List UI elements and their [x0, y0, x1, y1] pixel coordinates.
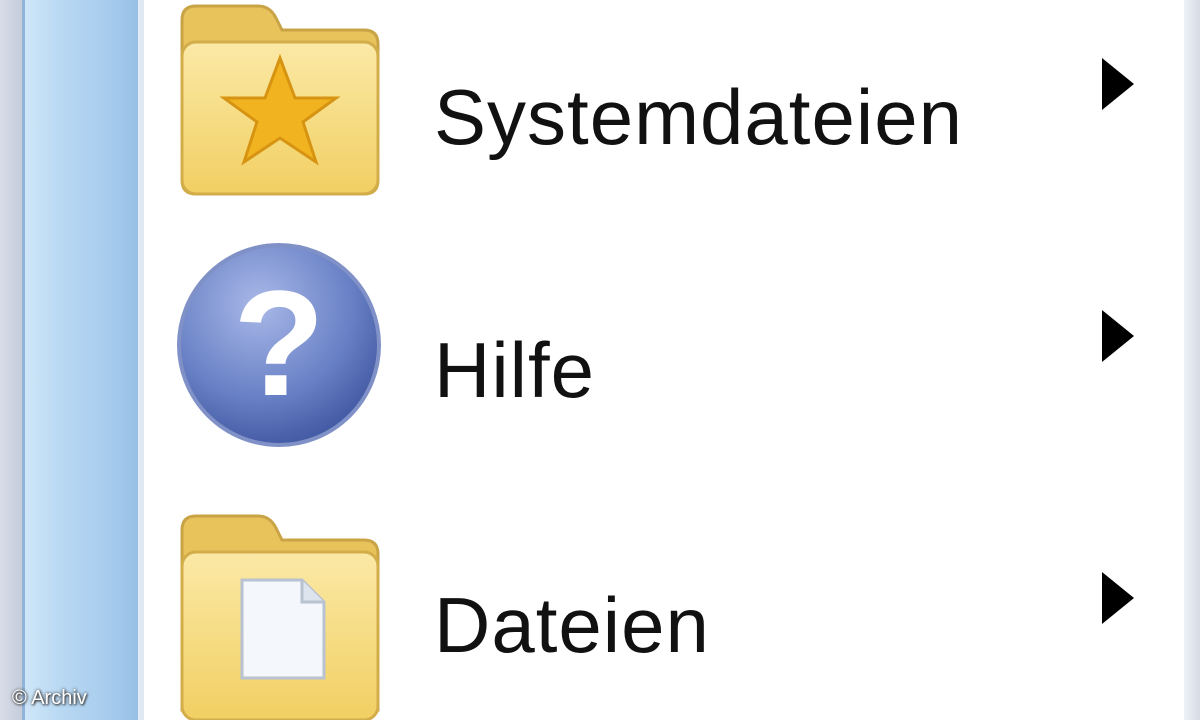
window-left-border: [0, 0, 22, 720]
menu-item-hilfe[interactable]: ? Hilfe: [144, 240, 1184, 480]
menu-item-label: Hilfe: [434, 326, 596, 414]
submenu-arrow-icon: [1102, 572, 1134, 624]
submenu-arrow-icon: [1102, 310, 1134, 362]
copyright-watermark: © Archiv: [12, 687, 87, 709]
help-icon: ?: [174, 240, 384, 450]
menu-item-label: Systemdateien: [434, 73, 963, 161]
menu-item-dateien[interactable]: Dateien: [144, 480, 1184, 720]
submenu-arrow-icon: [1102, 58, 1134, 110]
start-menu-side-strip: [22, 0, 140, 720]
svg-text:?: ?: [233, 259, 325, 427]
menu-item-label: Dateien: [434, 581, 710, 669]
start-menu-panel: Systemdateien ? Hilfe Dateien: [144, 0, 1184, 720]
folder-star-icon: [174, 0, 384, 210]
menu-item-systemdateien[interactable]: Systemdateien: [144, 0, 1184, 240]
folder-document-icon: [174, 510, 384, 720]
window-right-border: [1184, 0, 1200, 720]
